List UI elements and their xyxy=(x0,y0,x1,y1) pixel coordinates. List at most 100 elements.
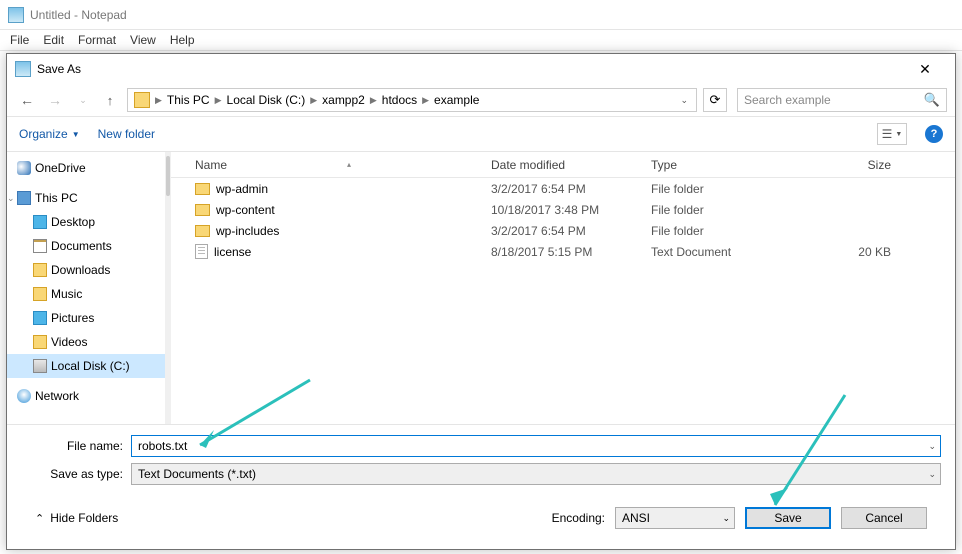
sidebar-item-videos[interactable]: Videos xyxy=(7,330,165,354)
chevron-right-icon[interactable]: ▶ xyxy=(309,95,318,106)
sidebar-item-localdisk[interactable]: Local Disk (C:) xyxy=(7,354,165,378)
chevron-up-icon: ⌃ xyxy=(35,512,44,525)
organize-label: Organize xyxy=(19,127,68,141)
recent-dropdown[interactable]: ⌄ xyxy=(71,88,95,112)
encoding-select[interactable]: ANSI ⌄ xyxy=(615,507,735,529)
column-headers[interactable]: Name▴ Date modified Type Size xyxy=(171,152,955,178)
col-size[interactable]: Size xyxy=(811,158,911,172)
close-button[interactable]: ✕ xyxy=(903,55,947,83)
network-icon xyxy=(17,389,31,403)
chevron-down-icon[interactable]: ⌄ xyxy=(928,441,936,452)
sidebar-item-documents[interactable]: Documents xyxy=(7,234,165,258)
filename-value: robots.txt xyxy=(138,439,187,453)
sidebar-item-label: Local Disk (C:) xyxy=(51,359,130,373)
splitter[interactable] xyxy=(165,152,171,424)
saveastype-label: Save as type: xyxy=(21,467,131,481)
sidebar-item-label: Desktop xyxy=(51,215,95,229)
new-folder-button[interactable]: New folder xyxy=(98,127,155,141)
file-row[interactable]: wp-admin3/2/2017 6:54 PMFile folder xyxy=(171,178,955,199)
file-name: wp-admin xyxy=(216,182,268,196)
crumb-thispc[interactable]: This PC xyxy=(163,93,214,107)
footer-row: ⌃ Hide Folders Encoding: ANSI ⌄ Save Can… xyxy=(21,495,941,541)
downloads-icon xyxy=(33,263,47,277)
encoding-label: Encoding: xyxy=(552,511,605,525)
col-name[interactable]: Name xyxy=(195,158,227,172)
dialog-titlebar[interactable]: Save As ✕ xyxy=(7,54,955,84)
file-type: File folder xyxy=(651,203,811,217)
save-as-dialog: Save As ✕ ← → ⌄ ↑ ▶ This PC ▶ Local Disk… xyxy=(6,53,956,550)
col-date-modified[interactable]: Date modified xyxy=(491,158,651,172)
pc-icon xyxy=(17,191,31,205)
chevron-down-icon[interactable]: ⌄ xyxy=(928,469,936,480)
help-button[interactable]: ? xyxy=(925,125,943,143)
file-name: wp-content xyxy=(216,203,275,217)
organize-button[interactable]: Organize ▼ xyxy=(19,127,80,141)
cancel-button[interactable]: Cancel xyxy=(841,507,927,529)
encoding-value: ANSI xyxy=(622,511,650,525)
file-row[interactable]: wp-includes3/2/2017 6:54 PMFile folder xyxy=(171,220,955,241)
crumb-htdocs[interactable]: htdocs xyxy=(378,93,421,107)
hide-folders-button[interactable]: ⌃ Hide Folders xyxy=(35,511,118,525)
menu-format[interactable]: Format xyxy=(78,33,116,47)
view-options-button[interactable]: ☰▼ xyxy=(877,123,907,145)
folder-icon xyxy=(195,204,210,216)
videos-icon xyxy=(33,335,47,349)
documents-icon xyxy=(33,239,47,253)
notepad-titlebar: Untitled - Notepad xyxy=(0,0,962,30)
file-date-modified: 10/18/2017 3:48 PM xyxy=(491,203,651,217)
bottom-panel: File name: robots.txt ⌄ Save as type: Te… xyxy=(7,424,955,549)
sidebar-item-label: Downloads xyxy=(51,263,110,277)
sidebar-item-label: This PC xyxy=(35,191,78,205)
file-date-modified: 3/2/2017 6:54 PM xyxy=(491,224,651,238)
saveastype-select[interactable]: Text Documents (*.txt) ⌄ xyxy=(131,463,941,485)
crumb-localdisk[interactable]: Local Disk (C:) xyxy=(223,93,310,107)
cancel-button-label: Cancel xyxy=(865,511,902,525)
disk-icon xyxy=(33,359,47,373)
sidebar-item-network[interactable]: Network xyxy=(7,384,165,408)
address-bar[interactable]: ▶ This PC ▶ Local Disk (C:) ▶ xampp2 ▶ h… xyxy=(127,88,697,112)
sidebar-item-downloads[interactable]: Downloads xyxy=(7,258,165,282)
menu-edit[interactable]: Edit xyxy=(43,33,64,47)
chevron-right-icon[interactable]: ▶ xyxy=(214,95,223,106)
crumb-xampp2[interactable]: xampp2 xyxy=(318,93,369,107)
chevron-right-icon[interactable]: ▶ xyxy=(421,95,430,106)
save-button[interactable]: Save xyxy=(745,507,831,529)
sidebar-item-thispc[interactable]: ⌄ This PC xyxy=(7,186,165,210)
onedrive-icon xyxy=(17,161,31,175)
menu-help[interactable]: Help xyxy=(170,33,195,47)
sidebar: OneDrive ⌄ This PC Desktop Documents Dow… xyxy=(7,152,165,424)
refresh-button[interactable]: ⟳ xyxy=(703,88,727,112)
chevron-right-icon[interactable]: ▶ xyxy=(369,95,378,106)
sidebar-item-music[interactable]: Music xyxy=(7,282,165,306)
crumb-example[interactable]: example xyxy=(430,93,483,107)
up-button[interactable]: ↑ xyxy=(99,89,121,111)
forward-button[interactable]: → xyxy=(43,88,67,112)
sidebar-item-desktop[interactable]: Desktop xyxy=(7,210,165,234)
back-button[interactable]: ← xyxy=(15,88,39,112)
body-area: OneDrive ⌄ This PC Desktop Documents Dow… xyxy=(7,152,955,424)
music-icon xyxy=(33,287,47,301)
col-type[interactable]: Type xyxy=(651,158,811,172)
sidebar-item-onedrive[interactable]: OneDrive xyxy=(7,156,165,180)
filename-input[interactable]: robots.txt ⌄ xyxy=(131,435,941,457)
menu-view[interactable]: View xyxy=(130,33,156,47)
chevron-right-icon[interactable]: ▶ xyxy=(154,95,163,106)
search-input[interactable]: Search example 🔍 xyxy=(737,88,947,112)
nav-row: ← → ⌄ ↑ ▶ This PC ▶ Local Disk (C:) ▶ xa… xyxy=(7,84,955,116)
chevron-down-icon[interactable]: ⌄ xyxy=(722,513,730,524)
file-list: wp-admin3/2/2017 6:54 PMFile folderwp-co… xyxy=(171,178,955,424)
sidebar-item-pictures[interactable]: Pictures xyxy=(7,306,165,330)
address-dropdown[interactable]: ⌄ xyxy=(674,95,694,106)
sidebar-item-label: Network xyxy=(35,389,79,403)
sidebar-item-label: Documents xyxy=(51,239,112,253)
search-icon: 🔍 xyxy=(924,92,940,108)
dialog-title: Save As xyxy=(37,62,903,76)
sidebar-item-label: Videos xyxy=(51,335,87,349)
saveastype-value: Text Documents (*.txt) xyxy=(138,467,256,481)
toolbar: Organize ▼ New folder ☰▼ ? xyxy=(7,116,955,152)
file-row[interactable]: license8/18/2017 5:15 PMText Document20 … xyxy=(171,241,955,262)
menu-file[interactable]: File xyxy=(10,33,29,47)
file-row[interactable]: wp-content 10/18/2017 3:48 PMFile folder xyxy=(171,199,955,220)
file-type: Text Document xyxy=(651,245,811,259)
chevron-down-icon[interactable]: ⌄ xyxy=(7,193,15,204)
